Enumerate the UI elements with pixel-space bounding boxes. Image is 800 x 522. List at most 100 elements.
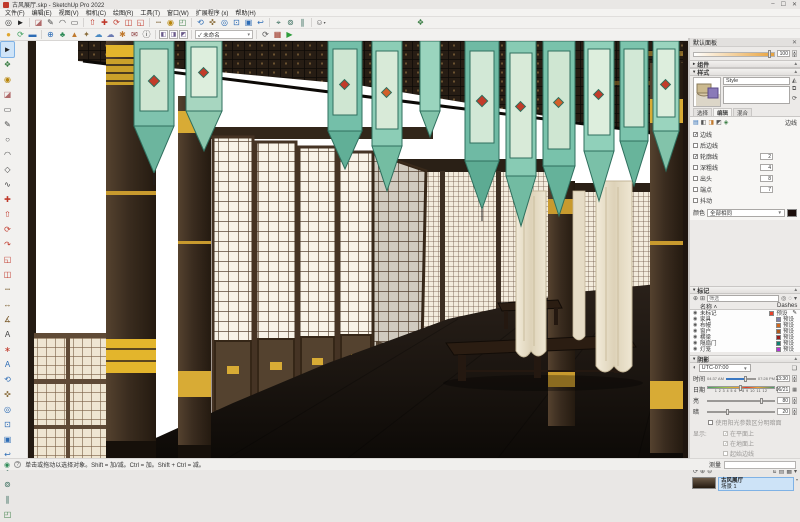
polygon-tool[interactable]: ◇ [1,162,14,177]
cloud-icon[interactable]: ☁ [93,29,104,40]
plugin-refresh-icon[interactable]: ⟳ [15,29,26,40]
menu-item-4[interactable]: 绘图(R) [113,8,133,17]
shadow-display-checkbox-2[interactable] [723,451,728,456]
push-pull-tool[interactable]: ⇧ [1,207,14,222]
tree-component-icon[interactable]: ♣ [57,29,68,40]
opacity-value[interactable]: 100 [777,50,790,57]
edge-option-value-2[interactable]: 2 [760,153,773,160]
date-value[interactable]: 06/21 [776,386,791,393]
light-value[interactable]: 80 [777,397,790,404]
edge-settings-icon[interactable]: ▤ [693,119,699,126]
zoom-icon[interactable]: ◎ [219,17,230,28]
use-sun-checkbox[interactable] [708,420,714,425]
opacity-slider[interactable] [693,49,775,58]
component-options-icon[interactable]: ❖ [415,17,426,28]
style-refresh-icon[interactable]: ⟳ [792,95,797,102]
edge-color-swatch[interactable] [787,208,797,217]
text-tool[interactable]: A [1,327,14,342]
menu-item-0[interactable]: 文件(F) [5,8,25,17]
rotate-tool[interactable]: ⟳ [1,222,14,237]
plugin-layers-icon[interactable]: ▬ [27,29,38,40]
edge-option-checkbox-6[interactable] [693,198,698,203]
view-style-dropdown[interactable]: ✓ 未命名 ▾ [195,30,253,39]
tag-visible-icon[interactable]: ◉ [693,346,698,352]
tag-search-icon[interactable]: ◎ [781,295,786,302]
edge-option-checkbox-3[interactable] [693,165,698,170]
watermark-settings-icon[interactable]: ◩ [716,119,722,126]
protractor-tool[interactable]: ∡ [1,312,14,327]
edge-option-checkbox-1[interactable] [693,143,698,148]
light-slider[interactable] [707,397,775,404]
edge-option-value-3[interactable]: 4 [760,164,773,171]
style-name-field[interactable]: Style [723,77,790,85]
tag-color-swatch[interactable] [776,346,781,352]
rotate-tool-icon[interactable]: ⟳ [111,17,122,28]
scene-list-item[interactable]: 古风展厅 场景 1 ▾ [690,476,800,492]
style-description-field[interactable] [723,86,790,104]
light-spinner[interactable]: ▲ ▼ [792,397,797,404]
edge-option-value-5[interactable]: 7 [760,186,773,193]
section-plane-tool[interactable]: ◰ [1,507,14,522]
orbit-tool[interactable]: ⟲ [1,372,14,387]
timezone-dropdown[interactable]: UTC-07:00 ▼ [698,364,751,372]
scene-update-icon[interactable]: ⟳ [260,29,271,40]
dimension-tool[interactable]: ↔ [1,297,14,312]
tag-purge-icon[interactable]: ◌ [788,296,792,302]
line-tool[interactable]: ✎ [1,117,14,132]
date-slider[interactable]: 1 2 3 4 5 6 7 8 9 10 11 12 [707,385,776,393]
follow-me-tool[interactable]: ↷ [1,237,14,252]
photo-match-icon[interactable]: ▲ [69,29,80,40]
offset-tool-icon[interactable]: ◫ [123,17,134,28]
menu-item-2[interactable]: 视图(V) [59,8,79,17]
dark-value[interactable]: 20 [777,408,790,415]
3d-text-tool[interactable]: A [1,357,14,372]
minimize-button[interactable]: – [771,1,774,8]
style-tab-2[interactable]: 混合 [733,108,753,117]
close-button[interactable]: ✕ [792,1,797,8]
face-settings-icon[interactable]: ◧ [701,119,707,126]
push-pull-icon[interactable]: ⇧ [87,17,98,28]
menu-item-8[interactable]: 帮助(H) [235,8,255,17]
look-around-icon[interactable]: ⊚ [285,17,296,28]
tag-color-swatch[interactable] [776,328,781,334]
edge-color-mode-dropdown[interactable]: 全部相同 ▼ [707,208,785,217]
eraser-icon[interactable]: ◪ [33,17,44,28]
play-animation-icon[interactable]: ▶ [284,29,295,40]
add-tag-icon[interactable]: ⊕ [693,295,698,302]
tag-row-6[interactable]: ◉ 灯笼 预设 [690,345,800,353]
modeling-settings-icon[interactable]: ◈ [724,119,729,126]
select-tool-icon[interactable]: ► [15,17,26,28]
tray-close-icon[interactable]: ✕ [792,39,797,46]
scene-scrollbar[interactable]: ▾ [796,477,798,491]
box-view-top-icon[interactable]: ◨ [169,30,178,39]
cloud-sync-icon[interactable]: ☁ [105,29,116,40]
make-component-tool[interactable]: ❖ [1,57,14,72]
pan-icon[interactable]: ✜ [207,17,218,28]
tape-measure-icon[interactable]: ┉ [153,17,164,28]
pan-tool[interactable]: ✜ [1,387,14,402]
rectangle-tool-icon[interactable]: ▭ [69,17,80,28]
look-around-tool[interactable]: ⊚ [1,477,14,492]
time-slider[interactable] [725,375,756,382]
scale-tool-icon[interactable]: ◱ [135,17,146,28]
maximize-button[interactable]: ☐ [781,1,786,8]
time-value[interactable]: 13:30 [775,375,790,382]
viewport-canvas[interactable] [28,41,688,458]
tag-dash-style[interactable]: 预设 [783,345,797,353]
tag-details-icon[interactable]: ▾ [794,295,797,302]
render-window-icon[interactable]: ▦ [272,29,283,40]
zoom-window-icon[interactable]: ⊡ [231,17,242,28]
paint-bucket-tool[interactable]: ◉ [1,72,14,87]
scale-tool[interactable]: ◱ [1,252,14,267]
tag-color-swatch[interactable] [776,334,781,340]
shadow-toggle-icon[interactable]: ◐ [693,365,697,371]
dark-slider[interactable] [707,408,775,415]
style-tab-1[interactable]: 编辑 [713,108,733,117]
measurements-input[interactable] [724,460,796,469]
zoom-window-tool[interactable]: ⊡ [1,417,14,432]
axes-tool[interactable]: ∗ [1,342,14,357]
edge-option-checkbox-0[interactable]: ✓ [693,132,698,138]
menu-item-5[interactable]: 工具(T) [140,8,160,17]
edge-option-checkbox-4[interactable] [693,176,698,181]
help-icon[interactable]: ? [14,461,22,468]
